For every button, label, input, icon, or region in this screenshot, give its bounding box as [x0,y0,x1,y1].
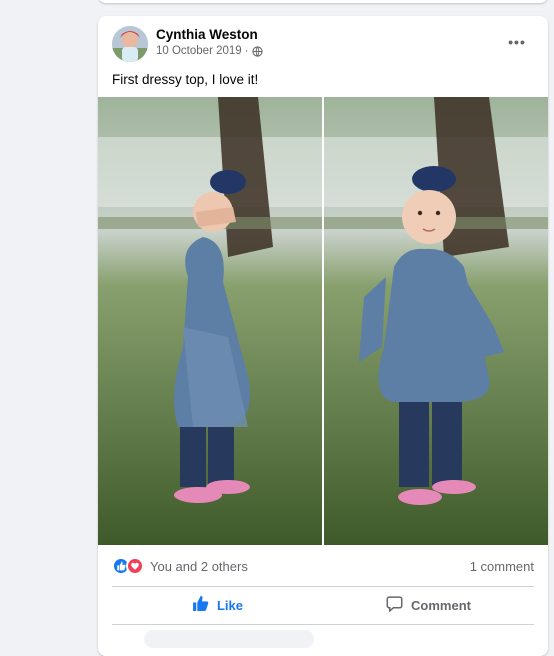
comment-count[interactable]: 1 comment [470,559,534,574]
previous-post-card-edge [98,0,548,3]
post-text: First dressy top, I love it! [112,72,259,87]
like-button[interactable]: Like [112,589,323,621]
meta-separator: · [244,45,249,57]
globe-icon[interactable] [251,45,263,57]
like-label: Like [216,597,243,613]
comment-bubble-icon [386,595,403,615]
post-date[interactable]: 10 October 2019 [156,45,242,57]
post-meta: 10 October 2019 · [156,45,263,57]
author-avatar[interactable] [112,26,148,62]
actions-divider-top [112,586,534,587]
reactions-row: You and 2 others 1 comment [112,554,534,578]
post-card: Cynthia Weston 10 October 2019 · ••• Fir… [98,16,548,656]
post-photo-2[interactable] [324,97,548,545]
post-header: Cynthia Weston 10 October 2019 · ••• [98,16,548,72]
more-options-icon[interactable]: ••• [504,32,530,52]
comment-preview-stub [144,630,314,648]
post-photos [98,97,548,545]
love-reaction-icon [126,557,144,575]
comment-label: Comment [411,597,471,613]
author-name[interactable]: Cynthia Weston [156,27,258,42]
post-photo-1[interactable] [98,97,322,545]
comment-button[interactable]: Comment [323,589,534,621]
actions-divider-bottom [112,624,534,625]
reactions-summary[interactable]: You and 2 others [150,559,248,574]
thumbs-up-icon [192,595,209,615]
post-actions: Like Comment [112,589,534,621]
reaction-icons[interactable] [112,557,144,575]
